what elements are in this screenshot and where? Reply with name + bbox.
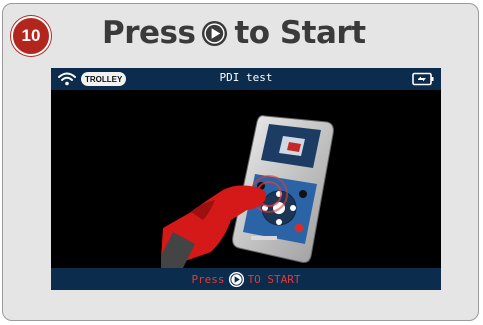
device-screen: TROLLEY PDI test Press TO START bbox=[51, 68, 441, 290]
battery-icon bbox=[412, 72, 434, 86]
instruction-card: 10 Press to Start TROLLEY PDI test Press… bbox=[2, 3, 479, 321]
prompt-text-before: Press bbox=[191, 272, 225, 286]
prompt-text-after: TO START bbox=[247, 272, 301, 286]
hand-pressing-tool-illustration bbox=[161, 115, 334, 268]
screen-title: PDI test bbox=[219, 71, 273, 84]
status-bar: TROLLEY PDI test bbox=[51, 68, 441, 90]
play-button-icon bbox=[228, 271, 244, 287]
page-title: Press to Start bbox=[102, 13, 366, 53]
step-number-badge: 10 bbox=[11, 16, 51, 56]
title-text-before: Press bbox=[102, 15, 196, 51]
start-prompt-bar: Press TO START bbox=[51, 268, 441, 290]
play-button-icon bbox=[202, 20, 228, 46]
title-text-after: to Start bbox=[234, 15, 366, 51]
